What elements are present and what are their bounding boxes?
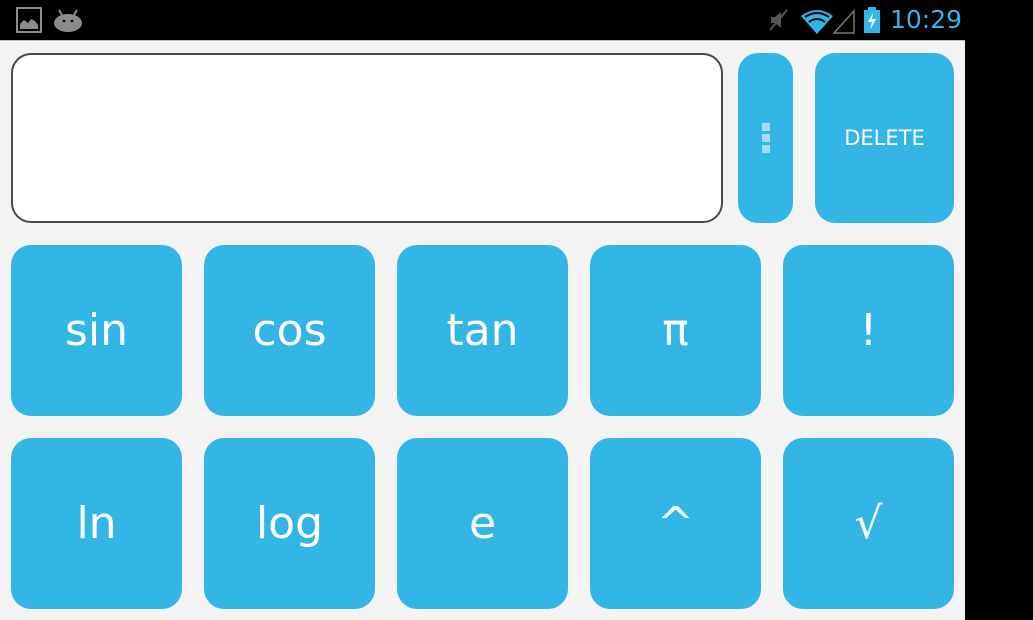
menu-dot-icon — [761, 134, 770, 142]
key-factorial[interactable]: ! — [783, 245, 954, 416]
delete-button[interactable]: DELETE — [815, 53, 954, 223]
clock: 10:29 — [890, 5, 963, 34]
key-tan[interactable]: tan — [397, 245, 568, 416]
status-bar: 10:29 — [0, 0, 1033, 40]
navigation-bar — [965, 40, 1033, 620]
key-pi[interactable]: π — [590, 245, 761, 416]
calculator-display[interactable] — [11, 53, 723, 223]
menu-dot-icon — [761, 123, 770, 131]
menu-dot-icon — [761, 145, 770, 153]
wifi-icon — [801, 10, 833, 34]
key-sin[interactable]: sin — [11, 245, 182, 416]
calculator-app: DELETE sin cos tan π ! ln log e ^ √ — [0, 40, 965, 620]
key-e[interactable]: e — [397, 438, 568, 609]
key-cos[interactable]: cos — [204, 245, 375, 416]
key-log[interactable]: log — [204, 438, 375, 609]
key-sqrt[interactable]: √ — [783, 438, 954, 609]
battery-charging-icon — [864, 7, 880, 33]
overflow-menu-button[interactable] — [738, 53, 793, 223]
key-ln[interactable]: ln — [11, 438, 182, 609]
key-power[interactable]: ^ — [590, 438, 761, 609]
android-icon — [54, 9, 82, 32]
muted-icon — [769, 9, 788, 31]
cell-signal-icon — [832, 9, 855, 34]
gallery-icon — [16, 7, 42, 33]
